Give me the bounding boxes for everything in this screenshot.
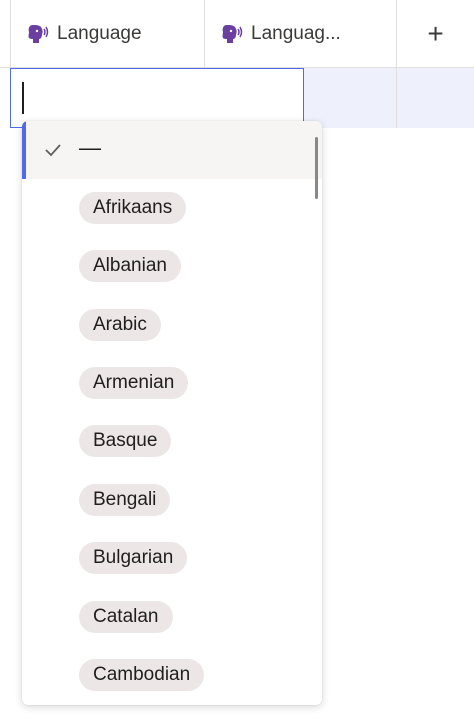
language-cell-editor[interactable] bbox=[10, 68, 304, 128]
language-pill: Bulgarian bbox=[79, 542, 188, 574]
dropdown-scrollbar[interactable] bbox=[315, 137, 318, 199]
dropdown-option-catalan[interactable]: Catalan bbox=[22, 588, 322, 646]
language-pill: Cambodian bbox=[79, 659, 205, 691]
plus-icon: + bbox=[427, 18, 444, 49]
language-pill: Armenian bbox=[79, 367, 189, 399]
option-label: — bbox=[79, 135, 101, 160]
dropdown-option-basque[interactable]: Basque bbox=[22, 412, 322, 470]
speaking-head-icon bbox=[222, 25, 243, 43]
language-dropdown: — Afrikaans Albanian Arabic Armenian Bas… bbox=[22, 121, 322, 705]
language-pill: Afrikaans bbox=[79, 192, 187, 224]
table-row bbox=[10, 68, 474, 128]
column-header-label: Language bbox=[57, 23, 142, 44]
add-column-button[interactable]: + bbox=[396, 0, 474, 68]
selection-indicator bbox=[22, 121, 26, 179]
column-header-language-2[interactable]: Languag... bbox=[204, 0, 396, 68]
checkmark-icon bbox=[45, 144, 61, 157]
dropdown-option-bulgarian[interactable]: Bulgarian bbox=[22, 529, 322, 587]
dropdown-option-bengali[interactable]: Bengali bbox=[22, 471, 322, 529]
language-pill: Arabic bbox=[79, 309, 161, 341]
column-divider bbox=[396, 68, 397, 128]
language-pill: Basque bbox=[79, 425, 172, 457]
language-pill: Albanian bbox=[79, 250, 181, 282]
dropdown-option-albanian[interactable]: Albanian bbox=[22, 237, 322, 295]
column-header-row: Language Languag... + bbox=[0, 0, 474, 68]
language-pill: Bengali bbox=[79, 484, 171, 516]
dropdown-option-arabic[interactable]: Arabic bbox=[22, 296, 322, 354]
dropdown-option-afrikaans[interactable]: Afrikaans bbox=[22, 179, 322, 237]
row-highlight bbox=[304, 68, 474, 128]
dropdown-option-empty[interactable]: — bbox=[22, 121, 322, 179]
language-pill: Catalan bbox=[79, 601, 173, 633]
column-header-label: Languag... bbox=[251, 23, 341, 44]
column-header-language[interactable]: Language bbox=[10, 0, 204, 68]
table-view: Language Languag... + — Afrikaans Albani… bbox=[0, 0, 474, 725]
dropdown-option-cambodian[interactable]: Cambodian bbox=[22, 646, 322, 704]
dropdown-option-armenian[interactable]: Armenian bbox=[22, 354, 322, 412]
language-search-input[interactable] bbox=[19, 77, 283, 119]
speaking-head-icon bbox=[28, 25, 49, 43]
text-caret bbox=[22, 82, 24, 114]
